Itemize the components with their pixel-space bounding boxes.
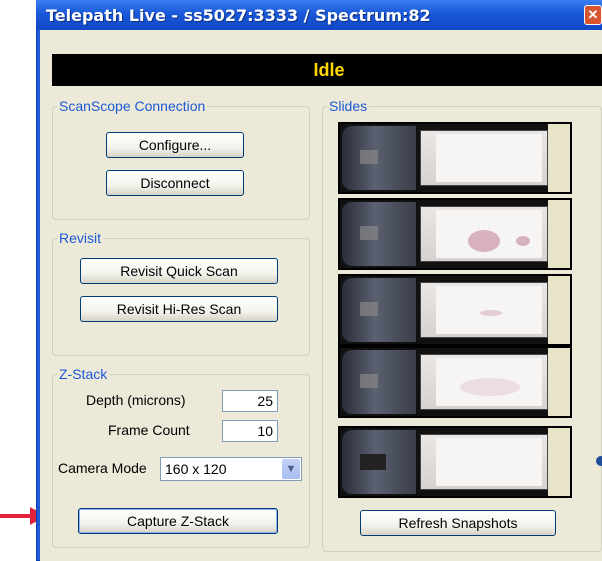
configure-button[interactable]: Configure... — [106, 132, 244, 158]
close-icon[interactable]: ✕ — [584, 5, 602, 25]
pointer-arrow-shaft — [0, 514, 34, 518]
camera-mode-value: 160 x 120 — [165, 461, 227, 477]
camera-mode-label: Camera Mode — [58, 460, 147, 476]
title-bar[interactable]: Telepath Live - ss5027:3333 / Spectrum:8… — [36, 0, 602, 30]
disconnect-button[interactable]: Disconnect — [106, 170, 244, 196]
slide-thumbnail-4[interactable] — [338, 346, 572, 418]
window-client-area: Idle ScanScope Connection Configure... D… — [40, 30, 602, 561]
slide-thumbnail-2[interactable] — [338, 198, 572, 270]
frame-count-label: Frame Count — [108, 422, 190, 438]
refresh-snapshots-button[interactable]: Refresh Snapshots — [360, 510, 556, 536]
chevron-down-icon[interactable]: ▼ — [282, 459, 300, 479]
capture-zstack-button[interactable]: Capture Z-Stack — [78, 508, 278, 534]
selected-dot-icon — [596, 456, 602, 466]
slides-legend: Slides — [329, 98, 368, 114]
depth-input[interactable]: 25 — [222, 390, 278, 412]
scanscope-connection-legend: ScanScope Connection — [59, 98, 206, 114]
window-title: Telepath Live - ss5027:3333 / Spectrum:8… — [46, 6, 431, 25]
revisit-hires-scan-button[interactable]: Revisit Hi-Res Scan — [80, 296, 278, 322]
revisit-quick-scan-button[interactable]: Revisit Quick Scan — [80, 258, 278, 284]
status-display: Idle — [52, 54, 602, 86]
revisit-legend: Revisit — [59, 230, 102, 246]
slide-thumbnail-3[interactable] — [338, 274, 572, 346]
slide-thumbnail-5[interactable] — [338, 426, 572, 498]
camera-mode-select[interactable]: 160 x 120 ▼ — [160, 457, 302, 481]
scanscope-connection-group: ScanScope Connection — [52, 98, 310, 220]
zstack-legend: Z-Stack — [59, 366, 108, 382]
revisit-group: Revisit — [52, 230, 310, 356]
app-window: Telepath Live - ss5027:3333 / Spectrum:8… — [36, 0, 602, 561]
frame-count-input[interactable]: 10 — [222, 420, 278, 442]
depth-label: Depth (microns) — [86, 392, 186, 408]
slide-thumbnail-1[interactable] — [338, 122, 572, 194]
